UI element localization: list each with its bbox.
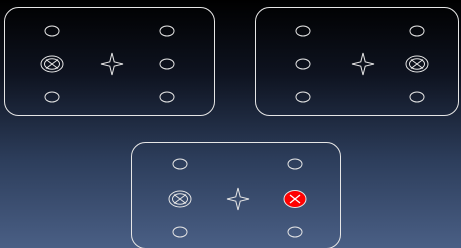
diagram-canvas xyxy=(4,7,459,248)
four-point-star-icon xyxy=(100,52,124,76)
slot-right-bottom xyxy=(159,91,175,103)
four-point-star-icon xyxy=(351,52,375,76)
slot-right-bottom xyxy=(409,91,425,103)
empty-slot-icon xyxy=(409,91,425,103)
slot-right-top xyxy=(409,25,425,37)
empty-slot-icon xyxy=(159,25,175,37)
slot-left-bottom xyxy=(44,91,60,103)
slot-left-top xyxy=(44,25,60,37)
empty-slot-icon xyxy=(159,58,175,70)
four-point-star-icon xyxy=(226,187,250,211)
panel-top-left xyxy=(4,7,215,116)
panel-top-right xyxy=(255,7,459,116)
slot-left-middle xyxy=(168,190,192,208)
highlighted-slot-icon xyxy=(283,190,307,208)
slot-left-middle xyxy=(295,58,311,70)
slot-left-bottom xyxy=(295,91,311,103)
empty-slot-icon xyxy=(295,25,311,37)
empty-slot-icon xyxy=(287,226,303,238)
crossed-slot-icon xyxy=(405,55,429,73)
empty-slot-icon xyxy=(287,158,303,170)
crossed-slot-icon xyxy=(40,55,64,73)
slot-left-middle xyxy=(40,55,64,73)
empty-slot-icon xyxy=(44,25,60,37)
panel-bottom-center xyxy=(131,142,341,248)
empty-slot-icon xyxy=(44,91,60,103)
slot-right-bottom xyxy=(287,226,303,238)
slot-left-top xyxy=(295,25,311,37)
slot-left-bottom xyxy=(172,226,188,238)
slot-right-top xyxy=(287,158,303,170)
empty-slot-icon xyxy=(295,58,311,70)
slot-right-middle xyxy=(283,190,307,208)
empty-slot-icon xyxy=(172,158,188,170)
slot-right-middle xyxy=(159,58,175,70)
slot-left-top xyxy=(172,158,188,170)
empty-slot-icon xyxy=(172,226,188,238)
slot-right-middle xyxy=(405,55,429,73)
empty-slot-icon xyxy=(295,91,311,103)
empty-slot-icon xyxy=(159,91,175,103)
panel-frame xyxy=(255,7,459,116)
slot-right-top xyxy=(159,25,175,37)
empty-slot-icon xyxy=(409,25,425,37)
crossed-slot-icon xyxy=(168,190,192,208)
